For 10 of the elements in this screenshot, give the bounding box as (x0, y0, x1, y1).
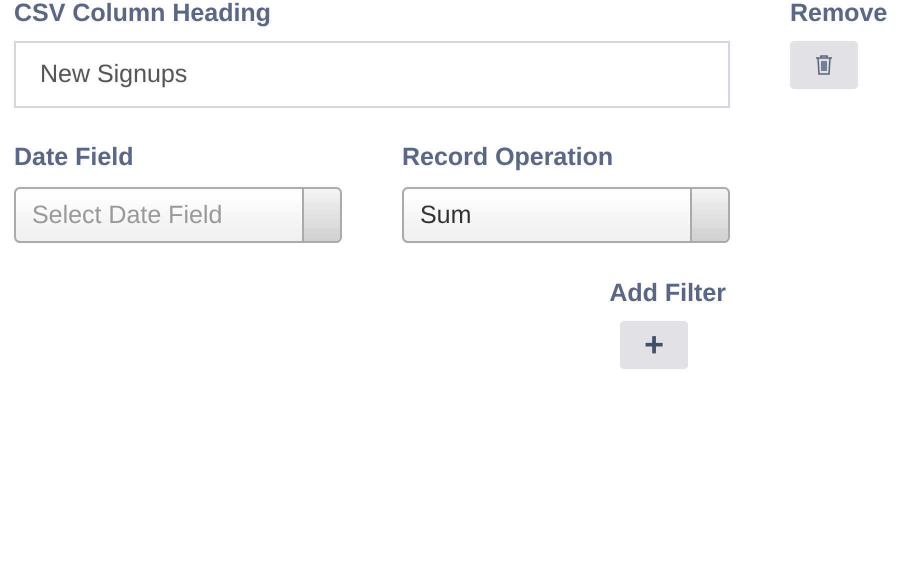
field-label: Remove (790, 0, 888, 27)
select-field[interactable]: Sum (402, 187, 730, 243)
trash-icon (815, 54, 833, 76)
field-label: CSV Column Heading (14, 0, 271, 27)
add-filter-button[interactable]: + (620, 321, 688, 369)
field-label: Record Operation (402, 143, 614, 171)
field-label: Add Filter (609, 279, 726, 307)
input-field[interactable]: New Signups (14, 41, 730, 108)
remove-button[interactable] (790, 41, 858, 89)
field-label: Date Field (14, 143, 134, 171)
